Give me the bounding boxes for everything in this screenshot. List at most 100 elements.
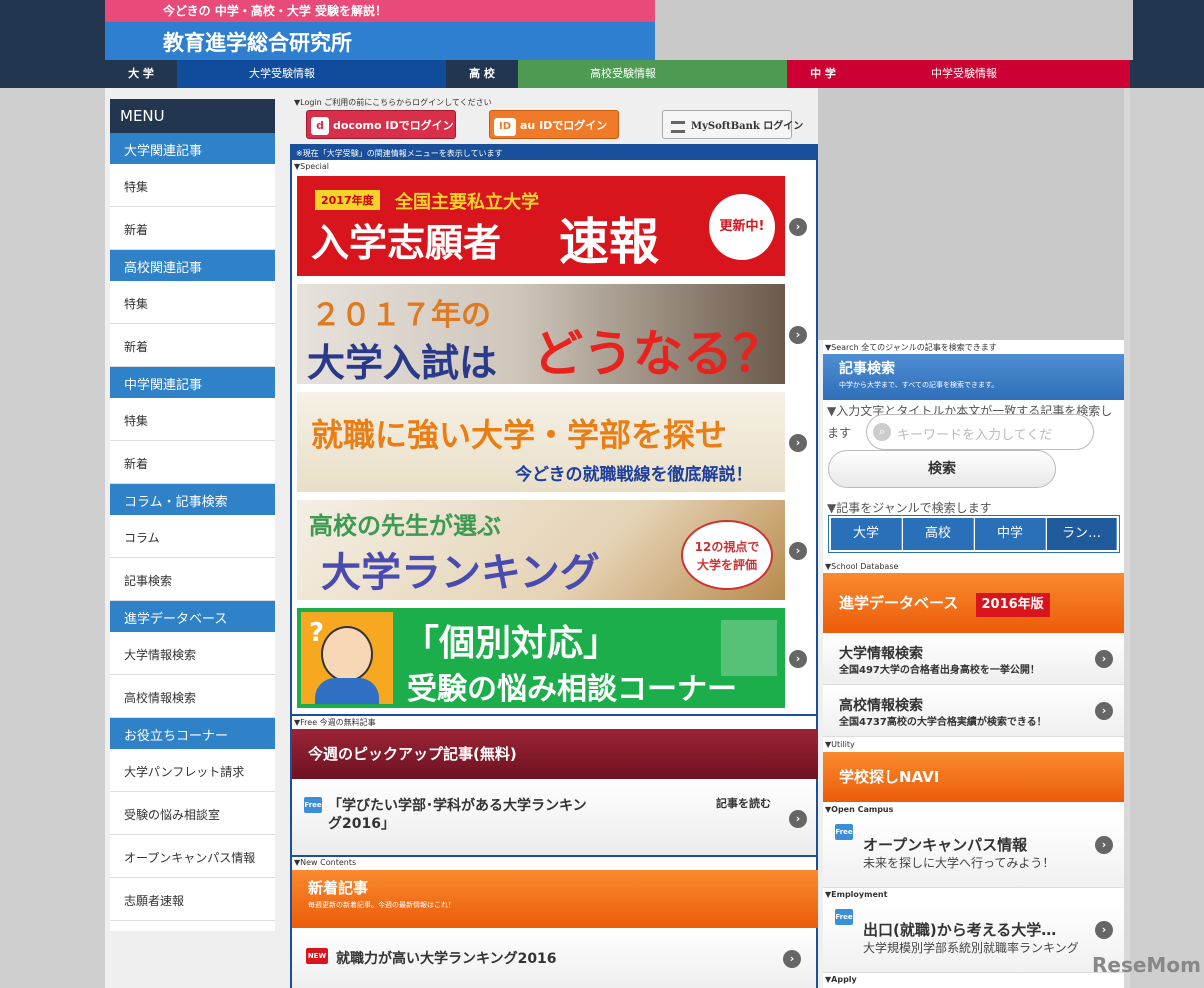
sidebar-item-highschool-search[interactable]: 高校情報検索 xyxy=(110,675,275,718)
pickup-article-title: 「学びたい学部･学科がある大学ランキング2016」 xyxy=(328,798,587,832)
chevron-right-icon[interactable]: › xyxy=(1095,702,1113,720)
database-year-badge: 2016年版 xyxy=(975,593,1050,617)
search-label: ▼Search 全てのジャンルの記事を検索できます xyxy=(825,343,997,352)
sidebar-heading-highschool[interactable]: 高校関連記事 xyxy=(110,250,275,281)
softbank-login-button[interactable]: MySoftBank ログイン xyxy=(662,110,803,139)
highschool-search-row[interactable]: 高校情報検索 全国4737高校の大学合格実績が検索できる！ › xyxy=(823,685,1124,737)
sidebar-item-juniorhigh-new[interactable]: 新着 xyxy=(110,441,275,484)
new-articles-title: 新着記事 xyxy=(308,879,369,897)
nav-link-juniorhigh[interactable]: 中学受験情報 xyxy=(859,60,1130,88)
chevron-right-icon[interactable]: › xyxy=(789,218,807,236)
read-article-link[interactable]: 記事を読む xyxy=(716,795,771,811)
search-button[interactable]: 検索 xyxy=(828,450,1056,488)
banner5-line1: 「個別対応」 xyxy=(403,623,620,664)
university-search-desc: 全国497大学の合格者出身高校を一挙公開！ xyxy=(839,665,1040,676)
search-input[interactable]: ⌕ キーワードを入力してくだ xyxy=(866,414,1094,450)
sidebar-item-open-campus[interactable]: オープンキャンパス情報 xyxy=(110,835,275,878)
school-navi-header[interactable]: 学校探しNAVI xyxy=(823,752,1124,802)
chevron-right-icon[interactable]: › xyxy=(1095,836,1113,854)
new-article-title: 就職力が高い大学ランキング2016 xyxy=(336,951,557,967)
pickup-header: 今週のピックアップ記事(無料) xyxy=(292,729,818,779)
banner4-line1: 高校の先生が選ぶ xyxy=(309,512,501,540)
database-label: ▼School Database xyxy=(825,562,899,571)
sidebar-item-column[interactable]: コラム xyxy=(110,515,275,558)
nav-label-juniorhigh[interactable]: 中 学 xyxy=(787,60,859,88)
free-badge: Free xyxy=(304,797,322,813)
main-content-box: ※現在「大学受験」の関連情報メニューを表示しています ▼Special 2017… xyxy=(290,144,818,988)
open-campus-title: オープンキャンパス情報 xyxy=(863,836,1028,854)
au-login-button[interactable]: ID au IDでログイン xyxy=(489,110,619,139)
chevron-right-icon[interactable]: › xyxy=(789,810,807,828)
sidebar-item-university-new[interactable]: 新着 xyxy=(110,207,275,250)
sidebar-item-consultation[interactable]: 受験の悩み相談室 xyxy=(110,792,275,835)
softbank-login-label: MySoftBank ログイン xyxy=(691,121,804,132)
nav-label-university[interactable]: 大 学 xyxy=(105,60,177,88)
chevron-right-icon[interactable]: › xyxy=(783,950,801,968)
chevron-right-icon[interactable]: › xyxy=(1095,650,1113,668)
banner-university-ranking[interactable]: 高校の先生が選ぶ 大学ランキング 12の視点で大学を評価 xyxy=(297,500,785,600)
banner1-badge: 更新中! xyxy=(709,194,775,260)
nav-link-university[interactable]: 大学受験情報 xyxy=(177,60,446,88)
sidebar-item-highschool-new[interactable]: 新着 xyxy=(110,324,275,367)
employment-label: ▼Employment xyxy=(825,890,888,899)
free-badge: Free xyxy=(835,909,853,925)
banner-exam-2017[interactable]: ２０１７年の 大学入試は どうなる？ xyxy=(297,284,785,384)
new-article-row[interactable]: NEW 就職力が高い大学ランキング2016 › xyxy=(292,928,816,988)
university-search-row[interactable]: 大学情報検索 全国497大学の合格者出身高校を一挙公開！ › xyxy=(823,633,1124,685)
banner-job-strong[interactable]: 就職に強い大学・学部を探せ 今どきの就職戦線を徹底解説！ xyxy=(297,392,785,492)
sidebar-item-applicants[interactable]: 志願者速報 xyxy=(110,878,275,921)
employment-desc: 大学規模別学部系統別就職率ランキング xyxy=(863,941,1079,955)
clock-icon xyxy=(721,620,777,676)
chevron-right-icon[interactable]: › xyxy=(789,542,807,560)
new-articles-subtitle: 毎週更新の新着記事。今週の最新情報はこれ！ xyxy=(308,901,455,909)
sidebar-item-university-search[interactable]: 大学情報検索 xyxy=(110,632,275,675)
sidebar-heading-useful[interactable]: お役立ちコーナー xyxy=(110,718,275,749)
banner-applicant-report[interactable]: 2017年度 全国主要私立大学 入学志願者 速報 更新中! xyxy=(297,176,785,276)
chevron-right-icon[interactable]: › xyxy=(789,326,807,344)
au-id-icon: ID xyxy=(494,118,516,136)
open-campus-desc: 未来を探しに大学へ行ってみよう！ xyxy=(863,856,1055,870)
university-search-title: 大学情報検索 xyxy=(839,646,923,662)
sidebar-item-highschool-feature[interactable]: 特集 xyxy=(110,281,275,324)
sidebar-item-article-search[interactable]: 記事検索 xyxy=(110,558,275,601)
apply-label: ▼Apply xyxy=(825,975,857,984)
free-badge: Free xyxy=(835,824,853,840)
docomo-login-label: docomo IDでログイン xyxy=(333,119,454,132)
sidebar-item-juniorhigh-feature[interactable]: 特集 xyxy=(110,398,275,441)
genre-tab-ranking[interactable]: ラン… xyxy=(1047,518,1117,550)
genre-tab-highschool[interactable]: 高校 xyxy=(903,518,974,550)
site-title[interactable]: 教育進学総合研究所 xyxy=(105,22,655,60)
highschool-search-desc: 全国4737高校の大学合格実績が検索できる！ xyxy=(839,717,1047,728)
new-articles-header: 新着記事 毎週更新の新着記事。今週の最新情報はこれ！ xyxy=(292,870,818,928)
chevron-right-icon[interactable]: › xyxy=(789,650,807,668)
chevron-right-icon[interactable]: › xyxy=(1095,921,1113,939)
menu-title: MENU xyxy=(110,99,275,133)
open-campus-label: ▼Open Campus xyxy=(825,805,894,814)
pickup-article-row[interactable]: Free 「学びたい学部･学科がある大学ランキング2016」 記事を読む › xyxy=(292,779,816,855)
chevron-right-icon[interactable]: › xyxy=(789,434,807,452)
au-login-label: au IDでログイン xyxy=(520,119,608,132)
right-gutter xyxy=(1124,88,1130,988)
genre-tab-university[interactable]: 大学 xyxy=(831,518,902,550)
genre-tab-juniorhigh[interactable]: 中学 xyxy=(975,518,1046,550)
docomo-icon: d xyxy=(311,117,329,135)
sidebar-heading-database[interactable]: 進学データベース xyxy=(110,601,275,632)
search-placeholder: キーワードを入力してくだ xyxy=(897,428,1053,443)
sidebar-heading-university[interactable]: 大学関連記事 xyxy=(110,133,275,164)
banner2-line2: 大学入試は xyxy=(307,341,498,384)
employment-row[interactable]: Free 出口(就職)から考える大学… 大学規模別学部系統別就職率ランキング › xyxy=(823,901,1124,973)
banner-consultation[interactable]: ? 「個別対応」 受験の悩み相談コーナー xyxy=(297,608,785,708)
banner1-title: 入学志願者 xyxy=(311,221,502,265)
open-campus-row[interactable]: Free オープンキャンパス情報 未来を探しに大学へ行ってみよう！ › xyxy=(823,816,1124,888)
sidebar-item-university-feature[interactable]: 特集 xyxy=(110,164,275,207)
sidebar-heading-juniorhigh[interactable]: 中学関連記事 xyxy=(110,367,275,398)
nav-link-highschool[interactable]: 高校受験情報 xyxy=(518,60,787,88)
login-label: ▼Login ご利用の前にこちらからログインしてください xyxy=(294,98,492,107)
nav-label-highschool[interactable]: 高 校 xyxy=(446,60,518,88)
sidebar-item-pamphlet[interactable]: 大学パンフレット請求 xyxy=(110,749,275,792)
sidebar-heading-column[interactable]: コラム・記事検索 xyxy=(110,484,275,515)
banner4-badge: 12の視点で大学を評価 xyxy=(681,520,773,590)
highschool-search-title: 高校情報検索 xyxy=(839,698,923,714)
database-header[interactable]: 進学データベース 2016年版 xyxy=(823,573,1124,633)
docomo-login-button[interactable]: d docomo IDでログイン xyxy=(306,110,456,139)
